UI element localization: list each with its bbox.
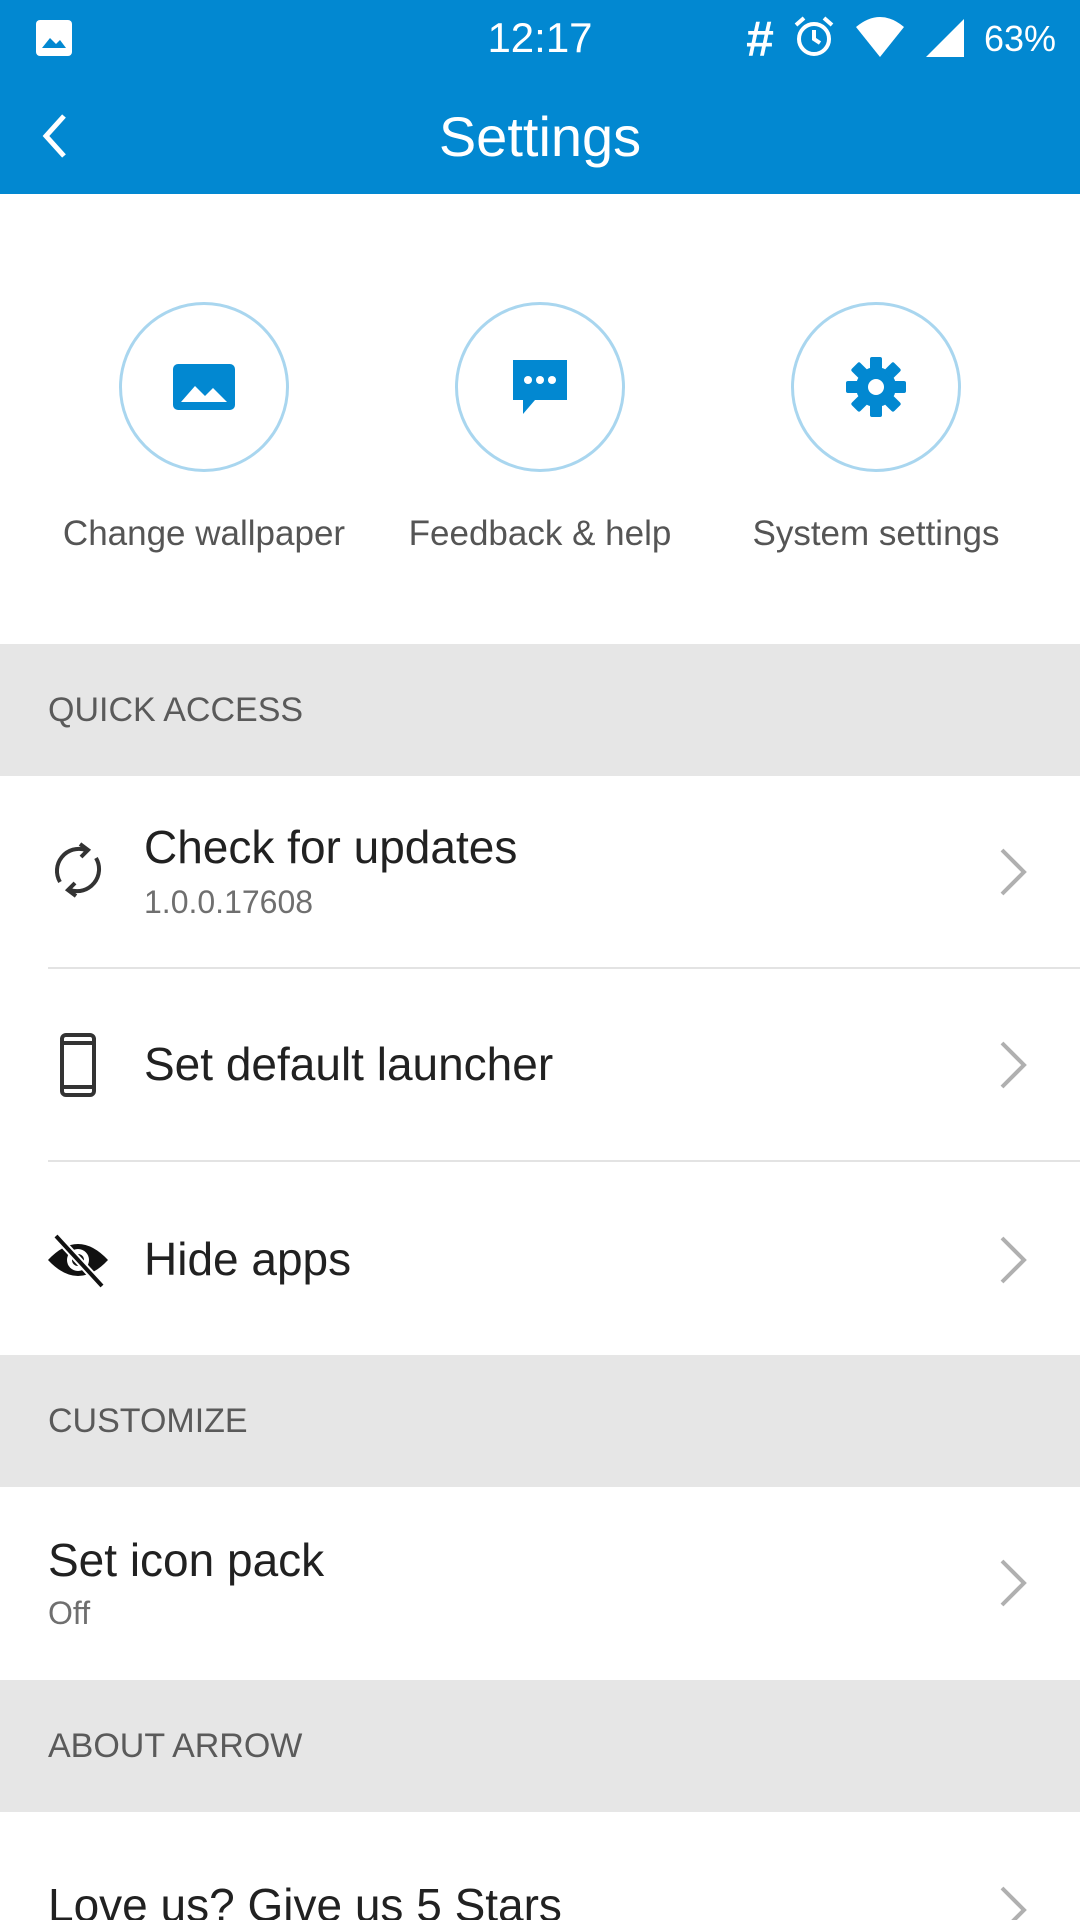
system-settings-label: System settings [752,514,1000,553]
alarm-icon [792,15,836,64]
icon-pack-value: Off [48,1595,91,1631]
phone-icon [46,1033,110,1097]
page-title: Settings [438,105,642,168]
chevron-right-icon [996,1555,1030,1611]
set-icon-pack-title: Set icon pack [48,1534,325,1586]
hash-icon: # [746,11,774,67]
eye-off-icon [46,1228,110,1292]
set-default-launcher-title: Set default launcher [144,1038,554,1090]
refresh-icon [46,838,110,902]
check-for-updates-title: Check for updates [144,821,518,873]
chevron-right-icon [996,844,1030,900]
rate-us-title: Love us? Give us 5 Stars [48,1879,562,1920]
set-default-launcher-row[interactable]: Set default launcher [0,969,1080,1162]
chevron-right-icon [996,1037,1030,1093]
signal-icon [924,15,966,64]
feedback-help-button[interactable]: Feedback & help [370,302,710,554]
change-wallpaper-label: Change wallpaper [62,514,346,553]
section-header-about: ABOUT ARROW [0,1680,1080,1812]
wallpaper-icon [119,302,289,472]
rate-us-row[interactable]: Love us? Give us 5 Stars [0,1812,1080,1920]
system-settings-button[interactable]: System settings [706,302,1046,554]
hide-apps-row[interactable]: Hide apps [0,1162,1080,1355]
gear-icon [791,302,961,472]
chat-bubble-icon [455,302,625,472]
battery-percentage: 63% [983,18,1056,59]
hide-apps-title: Hide apps [144,1233,352,1285]
wifi-icon [854,15,906,64]
quick-actions: Change wallpaper Feedback & help System … [0,194,1080,644]
section-header-customize: CUSTOMIZE [0,1355,1080,1487]
version-number: 1.0.0.17608 [144,884,314,920]
change-wallpaper-button[interactable]: Change wallpaper [34,302,374,554]
feedback-help-label: Feedback & help [408,514,672,553]
chevron-right-icon [996,1882,1030,1920]
set-icon-pack-row[interactable]: Set icon pack Off [0,1487,1080,1680]
status-bar: 12:17 # 63% [0,0,1080,78]
check-for-updates-row[interactable]: Check for updates 1.0.0.17608 [0,776,1080,969]
chevron-right-icon [996,1232,1030,1288]
section-header-quick-access: QUICK ACCESS [0,644,1080,776]
app-bar: Settings [0,78,1080,194]
